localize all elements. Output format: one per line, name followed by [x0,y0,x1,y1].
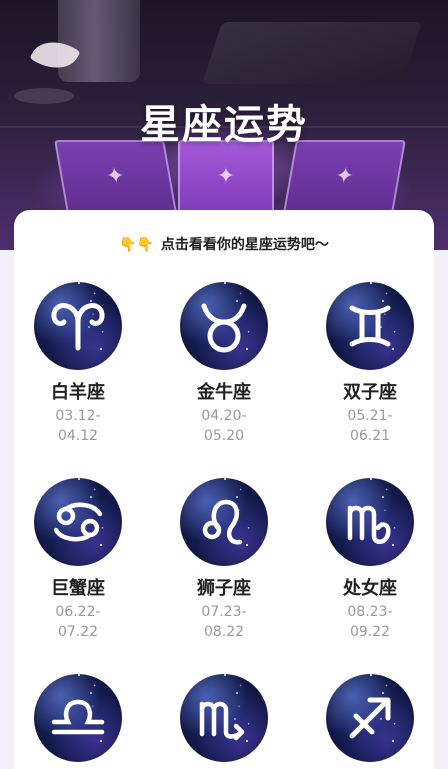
sign-date-end: 05.20 [203,428,245,444]
sign-name: 狮子座 [197,578,251,599]
squirrel-icon: ✦ [104,164,127,189]
sign-name: 金牛座 [197,382,251,403]
sign-name: 处女座 [343,578,397,599]
sagittarius-icon [326,674,414,762]
sign-date-end: 08.22 [203,624,245,640]
zodiac-item-scorpio[interactable] [164,674,284,762]
sign-date-start: 05.21- [347,408,393,424]
hint-label: 点击看看你的星座运势吧～ [160,237,329,253]
gemini-icon [326,282,414,370]
cancer-icon [34,478,122,566]
leo-icon [180,478,268,566]
sign-date-end: 09.22 [349,624,391,640]
sign-name: 巨蟹座 [51,578,105,599]
zodiac-item-sagittarius[interactable] [310,674,430,762]
card-deck-decoration [201,22,423,84]
sign-date-start: 03.12- [55,408,101,424]
aries-icon [34,282,122,370]
sign-date-end: 06.21 [349,428,391,444]
page-title: 星座运势 [140,102,308,148]
hint-text: 👇👇 点击看看你的星座运势吧～ [14,234,434,254]
sign-date-end: 07.22 [57,624,99,640]
zodiac-item-taurus[interactable]: 金牛座 04.20- 05.20 [164,282,284,446]
sign-date-start: 06.22- [55,604,101,620]
zodiac-item-cancer[interactable]: 巨蟹座 06.22- 07.22 [18,478,138,642]
sign-name: 白羊座 [51,382,105,403]
zodiac-item-virgo[interactable]: 处女座 08.23- 09.22 [310,478,430,642]
sign-date-start: 08.23- [347,604,393,620]
sign-name: 双子座 [343,382,397,403]
zodiac-panel: 👇👇 点击看看你的星座运势吧～ 白羊座 03.12- 04.12 金牛座 04.… [14,210,434,769]
pointing-down-icon: 👇👇 [119,237,154,253]
libra-icon [34,674,122,762]
zodiac-item-gemini[interactable]: 双子座 05.21- 06.21 [310,282,430,446]
candle-decoration [58,0,140,82]
virgo-icon [326,478,414,566]
sign-date-end: 04.12 [57,428,99,444]
zodiac-item-libra[interactable] [18,674,138,762]
squirrel-icon: ✦ [333,164,356,189]
squirrel-icon: ✦ [216,164,236,189]
sign-date-start: 07.23- [201,604,247,620]
taurus-icon [180,282,268,370]
scorpio-icon [180,674,268,762]
zodiac-item-aries[interactable]: 白羊座 03.12- 04.12 [18,282,138,446]
zodiac-item-leo[interactable]: 狮子座 07.23- 08.22 [164,478,284,642]
sign-date-start: 04.20- [201,408,247,424]
